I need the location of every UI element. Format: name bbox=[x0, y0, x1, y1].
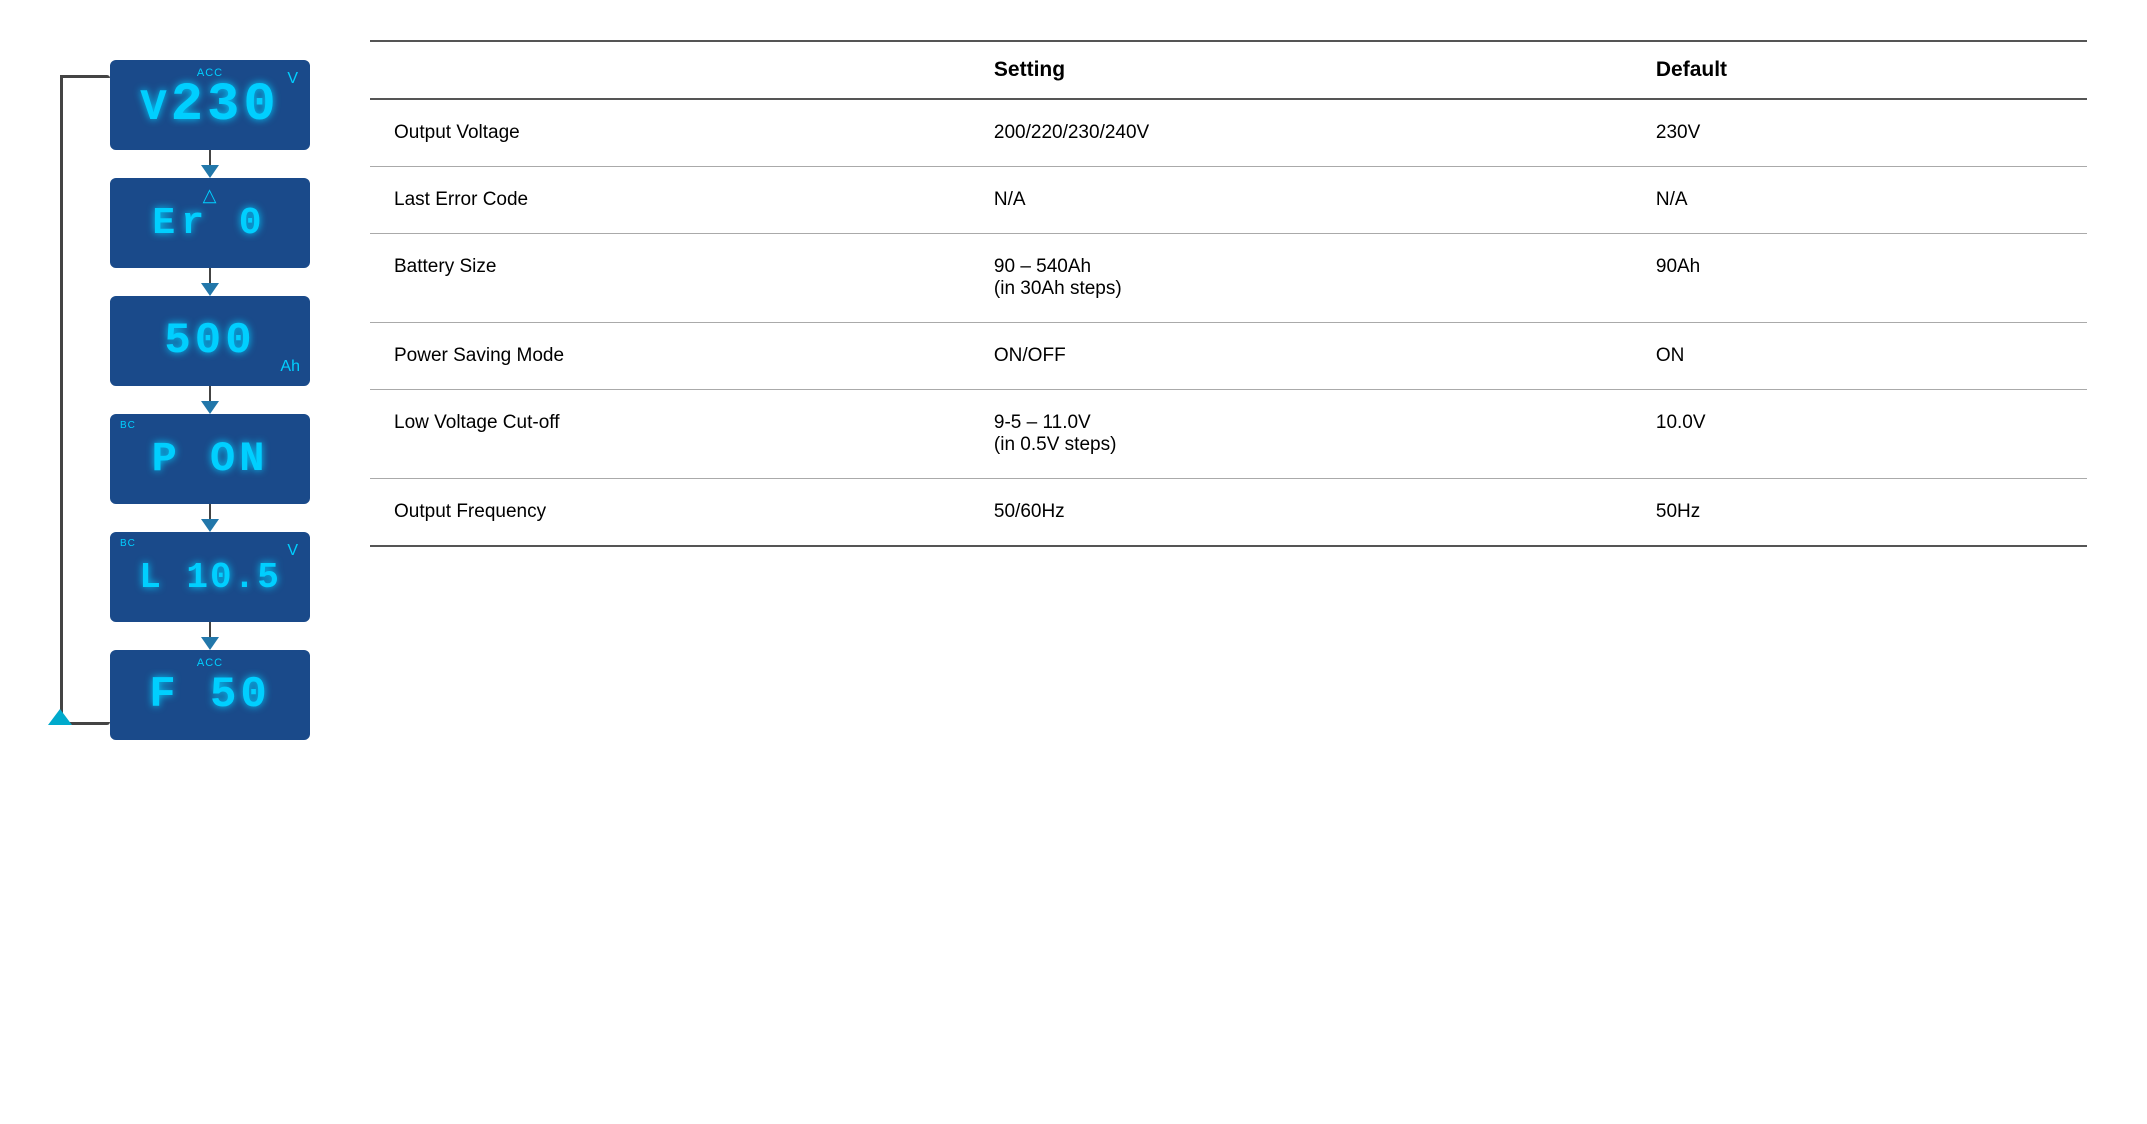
loop-left-rail bbox=[60, 75, 110, 725]
display-lowvolt-unit: V bbox=[287, 542, 298, 560]
display-error-top-label: △ bbox=[203, 185, 218, 206]
connector-line-1 bbox=[209, 150, 211, 165]
loop-top-bar bbox=[60, 75, 110, 78]
connector-5 bbox=[201, 622, 219, 650]
row-3-default: ON bbox=[1632, 323, 2087, 390]
display-battery-unit: Ah bbox=[280, 358, 300, 376]
display-voltage: ACC V230 V bbox=[110, 60, 310, 150]
row-0-setting: 200/220/230/240V bbox=[970, 99, 1632, 167]
display-lowvolt: BC L 10.5 V bbox=[110, 532, 310, 622]
display-lowvolt-text: L 10.5 bbox=[139, 557, 281, 598]
row-2-name: Battery Size bbox=[370, 234, 970, 323]
table-row: Low Voltage Cut-off9-5 – 11.0V(in 0.5V s… bbox=[370, 390, 2087, 479]
display-battery: 500 Ah bbox=[110, 296, 310, 386]
display-voltage-text: V230 bbox=[140, 75, 280, 136]
connector-1 bbox=[201, 150, 219, 178]
row-5-name: Output Frequency bbox=[370, 479, 970, 547]
connector-line-4 bbox=[209, 504, 211, 519]
connector-4 bbox=[201, 504, 219, 532]
right-panel: Setting Default Output Voltage200/220/23… bbox=[370, 40, 2087, 547]
display-frequency-top-label: ACC bbox=[197, 657, 223, 669]
display-frequency: ACC F 50 bbox=[110, 650, 310, 740]
loop-vertical-line bbox=[60, 75, 63, 725]
display-power-text: P ON bbox=[152, 435, 269, 483]
row-3-setting: ON/OFF bbox=[970, 323, 1632, 390]
display-error: △ Er 0 bbox=[110, 178, 310, 268]
display-battery-text: 500 bbox=[164, 316, 255, 366]
display-power: BC P ON bbox=[110, 414, 310, 504]
display-frequency-text: F 50 bbox=[149, 670, 271, 720]
table-row: Battery Size90 – 540Ah(in 30Ah steps)90A… bbox=[370, 234, 2087, 323]
col-header-setting: Setting bbox=[970, 41, 1632, 99]
left-panel: ACC V230 V △ Er 0 500 Ah BC bbox=[60, 60, 310, 740]
display-voltage-top-label: ACC bbox=[197, 67, 223, 79]
display-voltage-unit: V bbox=[287, 70, 298, 88]
row-0-default: 230V bbox=[1632, 99, 2087, 167]
connector-arrow-3 bbox=[201, 401, 219, 414]
connector-arrow-4 bbox=[201, 519, 219, 532]
table-header-row: Setting Default bbox=[370, 41, 2087, 99]
connector-arrow-5 bbox=[201, 637, 219, 650]
display-lowvolt-top-label: BC bbox=[120, 538, 136, 549]
row-5-default: 50Hz bbox=[1632, 479, 2087, 547]
row-5-setting: 50/60Hz bbox=[970, 479, 1632, 547]
col-header-default: Default bbox=[1632, 41, 2087, 99]
row-1-default: N/A bbox=[1632, 167, 2087, 234]
connector-line-2 bbox=[209, 268, 211, 283]
col-header-name bbox=[370, 41, 970, 99]
row-1-name: Last Error Code bbox=[370, 167, 970, 234]
row-2-default: 90Ah bbox=[1632, 234, 2087, 323]
row-1-setting: N/A bbox=[970, 167, 1632, 234]
settings-table: Setting Default Output Voltage200/220/23… bbox=[370, 40, 2087, 547]
connector-line-3 bbox=[209, 386, 211, 401]
displays-wrapper: ACC V230 V △ Er 0 500 Ah BC bbox=[110, 60, 310, 740]
connector-arrow-1 bbox=[201, 165, 219, 178]
connector-2 bbox=[201, 268, 219, 296]
connector-arrow-2 bbox=[201, 283, 219, 296]
loop-container bbox=[60, 75, 110, 725]
display-power-top-label: BC bbox=[120, 420, 136, 431]
up-arrow-icon bbox=[48, 709, 72, 725]
row-3-name: Power Saving Mode bbox=[370, 323, 970, 390]
connector-3 bbox=[201, 386, 219, 414]
table-row: Output Voltage200/220/230/240V230V bbox=[370, 99, 2087, 167]
row-2-setting: 90 – 540Ah(in 30Ah steps) bbox=[970, 234, 1632, 323]
display-error-text: Er 0 bbox=[152, 202, 267, 245]
row-4-name: Low Voltage Cut-off bbox=[370, 390, 970, 479]
table-row: Output Frequency50/60Hz50Hz bbox=[370, 479, 2087, 547]
row-0-name: Output Voltage bbox=[370, 99, 970, 167]
row-4-setting: 9-5 – 11.0V(in 0.5V steps) bbox=[970, 390, 1632, 479]
table-row: Power Saving ModeON/OFFON bbox=[370, 323, 2087, 390]
table-row: Last Error CodeN/AN/A bbox=[370, 167, 2087, 234]
row-4-default: 10.0V bbox=[1632, 390, 2087, 479]
connector-line-5 bbox=[209, 622, 211, 637]
